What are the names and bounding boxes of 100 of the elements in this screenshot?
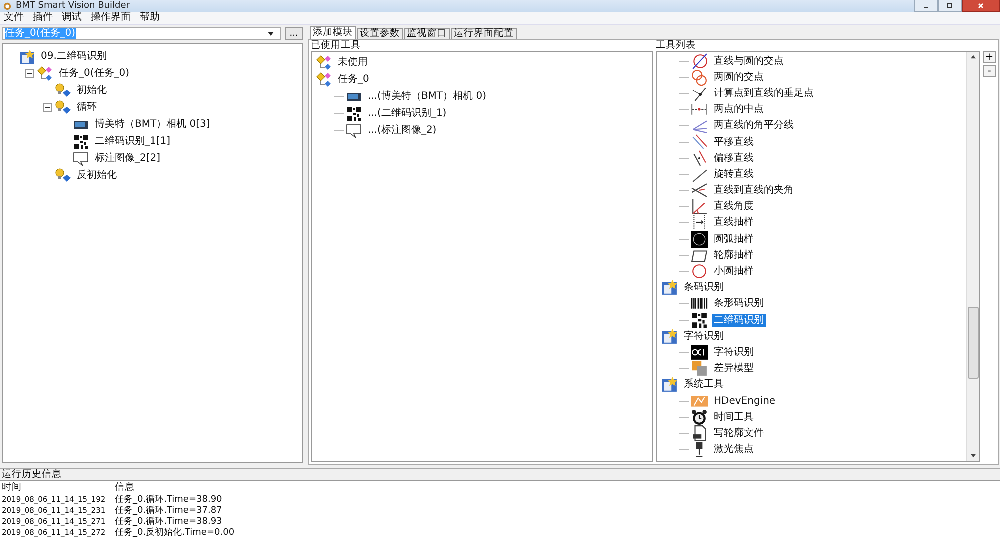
- tool-item[interactable]: 偏移直线: [712, 152, 756, 165]
- table-cell-text: 任务_0.循环.Time=37.87: [115, 504, 222, 516]
- tool-item[interactable]: 时间工具: [712, 410, 756, 424]
- window-title: BMT Smart Vision Builder: [16, 1, 130, 11]
- tool-item[interactable]: 二维码识别: [712, 314, 766, 327]
- column-header: 时间: [1, 481, 23, 494]
- task-icon: [316, 54, 332, 70]
- table-cell-text: 任务_0.循环.Time=38.90: [115, 494, 222, 506]
- tree-item[interactable]: 任务_0(任务_0): [57, 67, 132, 80]
- tree-item[interactable]: 标注图像_2[2]: [93, 152, 163, 165]
- tree-item[interactable]: 09.二维码识别: [39, 50, 109, 63]
- circle-line-icon: [691, 52, 708, 70]
- tool-group[interactable]: 系统工具: [682, 378, 726, 392]
- tool-item[interactable]: 差异模型: [712, 362, 756, 376]
- scroll-thumb[interactable]: [968, 307, 978, 379]
- tree-item[interactable]: ...(博美特（BMT）相机 0): [366, 90, 488, 103]
- tool-item[interactable]: 小圆抽样: [712, 265, 756, 278]
- folder-icon: [661, 376, 678, 394]
- step-icon: [55, 82, 71, 98]
- qr-code-icon: [346, 106, 362, 122]
- tab[interactable]: 运行界面配置: [451, 28, 517, 39]
- image-diff-icon: [691, 360, 708, 378]
- circle-icon: [691, 230, 708, 248]
- tab[interactable]: 监视窗口: [404, 28, 450, 39]
- tool-item[interactable]: HDevEngine: [712, 394, 778, 408]
- section-title: 已使用工具: [311, 41, 362, 51]
- browse-button[interactable]: ...: [285, 27, 303, 40]
- tab[interactable]: 添加模块: [310, 26, 356, 39]
- tool-item[interactable]: 两点的中点: [712, 103, 766, 116]
- tool-item[interactable]: 直线到直线的夹角: [712, 184, 796, 198]
- section-title: 工具列表: [656, 41, 697, 51]
- project-icon: [19, 48, 35, 64]
- tree-item[interactable]: 二维码识别_1[1]: [93, 135, 173, 148]
- tree-item[interactable]: ...(二维码识别_1): [366, 107, 449, 120]
- maximize-button[interactable]: [938, 0, 962, 12]
- tool-item[interactable]: 激光焦点: [712, 443, 756, 456]
- tree-item[interactable]: 反初始化: [75, 169, 119, 182]
- close-button[interactable]: [962, 0, 1000, 12]
- expander-icon[interactable]: [43, 103, 52, 112]
- circle-icon: [691, 263, 708, 280]
- file-icon: [691, 424, 708, 442]
- tree-item[interactable]: 初始化: [75, 84, 109, 97]
- angle-icon: [691, 198, 708, 216]
- menu-item[interactable]: 操作界面: [91, 12, 131, 24]
- angle-icon: [691, 182, 708, 200]
- folder-icon: [661, 279, 678, 296]
- section-title: 运行历史信息: [1, 469, 63, 480]
- speech-bubble-icon: [73, 150, 89, 166]
- expander-icon[interactable]: [25, 69, 34, 78]
- menu-item[interactable]: 调试: [62, 12, 82, 24]
- tool-item[interactable]: 条形码识别: [712, 297, 766, 310]
- step-icon: [55, 100, 71, 116]
- step-icon: [55, 168, 71, 184]
- tool-item[interactable]: 直线角度: [712, 200, 756, 214]
- tool-item[interactable]: 平移直线: [712, 136, 756, 149]
- tool-item[interactable]: 圆弧抽样: [712, 232, 756, 246]
- tool-group[interactable]: 条码识别: [682, 281, 726, 294]
- caret-icon: [268, 32, 274, 36]
- tree-item[interactable]: 未使用: [336, 56, 370, 69]
- close-icon: [976, 2, 986, 10]
- tool-item[interactable]: 计算点到直线的垂足点: [712, 86, 816, 100]
- scroll-down-icon[interactable]: [970, 454, 976, 458]
- tool-item[interactable]: 轮廓抽样: [712, 248, 756, 262]
- tab[interactable]: 设置参数: [357, 28, 403, 39]
- column-header: 信息: [115, 481, 135, 494]
- tree-item[interactable]: 任务_0: [336, 73, 372, 86]
- tree-item[interactable]: 博美特（BMT）相机 0[3]: [93, 118, 212, 131]
- tree-item[interactable]: 循环: [75, 101, 99, 114]
- parallel-lines-icon: [691, 134, 708, 151]
- table-cell-text: 任务_0.反初始化.Time=0.00: [115, 526, 235, 539]
- scroll-up-icon[interactable]: [970, 55, 976, 59]
- folder-icon: [661, 328, 678, 345]
- menu-item[interactable]: 插件: [33, 12, 53, 24]
- alarm-clock-icon: [691, 408, 708, 426]
- dashed-lines-icon: [691, 214, 708, 232]
- tree-item[interactable]: ...(标注图像_2): [366, 124, 439, 137]
- tool-group[interactable]: 字符识别: [682, 330, 726, 343]
- tool-item[interactable]: 写轮廓文件: [712, 426, 766, 440]
- app-icon: [3, 2, 12, 10]
- speech-bubble-icon: [346, 122, 362, 138]
- scrollbar[interactable]: [966, 52, 979, 461]
- maximize-icon: [945, 2, 955, 10]
- qr-code-icon: [73, 134, 89, 150]
- offset-line-icon: [691, 150, 708, 167]
- two-circles-icon: [691, 68, 708, 86]
- task-icon: [316, 72, 332, 88]
- menu-item[interactable]: 帮助: [140, 12, 160, 24]
- expand-all-button[interactable]: +: [983, 51, 996, 63]
- table-cell-text: 任务_0.循环.Time=38.93: [115, 516, 222, 528]
- tool-item[interactable]: 直线与圆的交点: [712, 54, 786, 68]
- tool-item[interactable]: 两直线的角平分线: [712, 119, 796, 132]
- menu-item[interactable]: 文件: [4, 12, 24, 24]
- tool-item[interactable]: 两圆的交点: [712, 70, 766, 84]
- task-icon: [37, 66, 53, 82]
- tool-item[interactable]: 字符识别: [712, 346, 756, 359]
- ocr-icon: [691, 344, 708, 361]
- qr-code-icon: [691, 312, 708, 329]
- tool-item[interactable]: 旋转直线: [712, 168, 756, 181]
- tool-item[interactable]: 直线抽样: [712, 216, 756, 230]
- collapse-all-button[interactable]: -: [983, 65, 996, 77]
